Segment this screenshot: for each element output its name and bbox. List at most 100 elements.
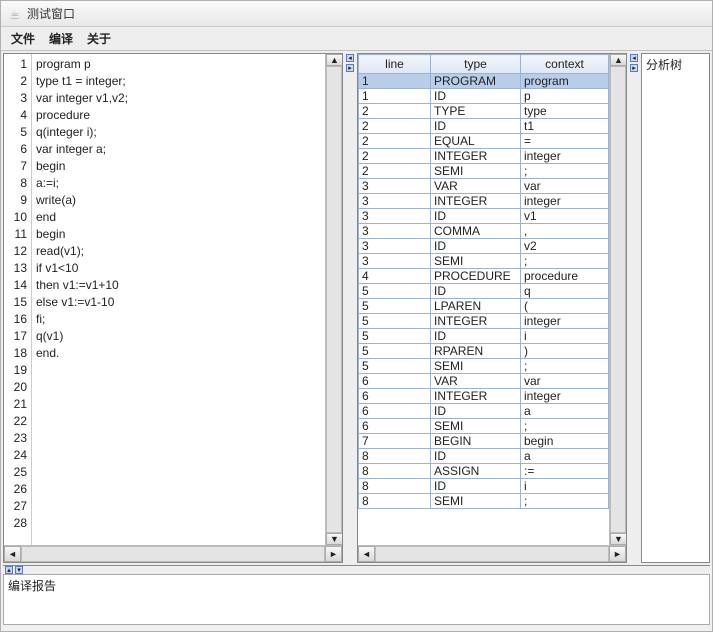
code-line[interactable]: q(v1) bbox=[36, 328, 321, 345]
code-line[interactable] bbox=[36, 413, 321, 430]
collapse-up-icon[interactable]: ▴ bbox=[5, 566, 13, 574]
collapse-left-icon[interactable]: ◂ bbox=[630, 54, 638, 62]
scroll-track[interactable] bbox=[326, 66, 342, 533]
scroll-down-icon[interactable]: ▼ bbox=[610, 533, 626, 545]
table-row[interactable]: 3IDv2 bbox=[359, 239, 609, 254]
table-cell-line: 8 bbox=[359, 464, 431, 479]
code-line[interactable]: var integer a; bbox=[36, 141, 321, 158]
code-line[interactable]: q(integer i); bbox=[36, 124, 321, 141]
table-row[interactable]: 8IDi bbox=[359, 479, 609, 494]
code-text-area[interactable]: program ptype t1 = integer;var integer v… bbox=[32, 54, 325, 545]
splitter-report[interactable]: ▴ ▾ bbox=[3, 566, 710, 574]
table-cell-type: SEMI bbox=[431, 494, 521, 509]
code-line[interactable]: a:=i; bbox=[36, 175, 321, 192]
table-row[interactable]: 3IDv1 bbox=[359, 209, 609, 224]
table-row[interactable]: 3VARvar bbox=[359, 179, 609, 194]
collapse-left-icon[interactable]: ◂ bbox=[346, 54, 354, 62]
code-line[interactable] bbox=[36, 481, 321, 498]
table-horizontal-scrollbar[interactable]: ◄ ► bbox=[358, 545, 626, 562]
scroll-right-icon[interactable]: ► bbox=[325, 546, 342, 562]
scroll-track[interactable] bbox=[375, 546, 609, 562]
col-header-context[interactable]: context bbox=[521, 55, 609, 74]
collapse-right-icon[interactable]: ▸ bbox=[346, 64, 354, 72]
titlebar: 测试窗口 bbox=[1, 1, 712, 27]
code-line[interactable] bbox=[36, 447, 321, 464]
col-header-type[interactable]: type bbox=[431, 55, 521, 74]
table-row[interactable]: 3INTEGERinteger bbox=[359, 194, 609, 209]
scroll-up-icon[interactable]: ▲ bbox=[326, 54, 342, 66]
code-line[interactable]: procedure bbox=[36, 107, 321, 124]
collapse-down-icon[interactable]: ▾ bbox=[15, 566, 23, 574]
scroll-right-icon[interactable]: ► bbox=[609, 546, 626, 562]
scroll-down-icon[interactable]: ▼ bbox=[326, 533, 342, 545]
col-header-line[interactable]: line bbox=[359, 55, 431, 74]
table-row[interactable]: 5IDq bbox=[359, 284, 609, 299]
code-line[interactable] bbox=[36, 362, 321, 379]
table-row[interactable]: 8IDa bbox=[359, 449, 609, 464]
code-line[interactable]: fi; bbox=[36, 311, 321, 328]
table-row[interactable]: 6SEMI; bbox=[359, 419, 609, 434]
compile-report-body[interactable]: 编译报告 bbox=[3, 574, 710, 625]
line-number: 1 bbox=[4, 56, 27, 73]
code-line[interactable]: write(a) bbox=[36, 192, 321, 209]
table-row[interactable]: 2INTEGERinteger bbox=[359, 149, 609, 164]
code-line[interactable] bbox=[36, 464, 321, 481]
code-line[interactable]: var integer v1,v2; bbox=[36, 90, 321, 107]
table-row[interactable]: 5SEMI; bbox=[359, 359, 609, 374]
scroll-left-icon[interactable]: ◄ bbox=[358, 546, 375, 562]
menu-compile[interactable]: 编译 bbox=[49, 30, 73, 47]
table-row[interactable]: 6VARvar bbox=[359, 374, 609, 389]
token-table[interactable]: line type context 1PROGRAMprogram1IDp2TY… bbox=[358, 54, 609, 509]
code-line[interactable]: else v1:=v1-10 bbox=[36, 294, 321, 311]
table-row[interactable]: 3COMMA, bbox=[359, 224, 609, 239]
code-line[interactable]: if v1<10 bbox=[36, 260, 321, 277]
table-row[interactable]: 4PROCEDUREprocedure bbox=[359, 269, 609, 284]
code-line[interactable]: then v1:=v1+10 bbox=[36, 277, 321, 294]
code-line[interactable]: type t1 = integer; bbox=[36, 73, 321, 90]
code-line[interactable]: end bbox=[36, 209, 321, 226]
scroll-track[interactable] bbox=[610, 66, 626, 533]
line-number: 5 bbox=[4, 124, 27, 141]
scroll-up-icon[interactable]: ▲ bbox=[610, 54, 626, 66]
code-line[interactable]: begin bbox=[36, 226, 321, 243]
table-row[interactable]: 5IDi bbox=[359, 329, 609, 344]
code-horizontal-scrollbar[interactable]: ◄ ► bbox=[4, 545, 342, 562]
collapse-right-icon[interactable]: ▸ bbox=[630, 64, 638, 72]
table-row[interactable]: 8SEMI; bbox=[359, 494, 609, 509]
code-line[interactable]: begin bbox=[36, 158, 321, 175]
table-row[interactable]: 5INTEGERinteger bbox=[359, 314, 609, 329]
splitter-code-table[interactable]: ◂ ▸ bbox=[345, 53, 355, 563]
table-row[interactable]: 5RPAREN) bbox=[359, 344, 609, 359]
scroll-left-icon[interactable]: ◄ bbox=[4, 546, 21, 562]
code-line[interactable]: end. bbox=[36, 345, 321, 362]
code-line[interactable] bbox=[36, 515, 321, 532]
code-line[interactable] bbox=[36, 396, 321, 413]
table-vertical-scrollbar[interactable]: ▲ ▼ bbox=[609, 54, 626, 545]
menu-about[interactable]: 关于 bbox=[87, 30, 111, 47]
code-line[interactable] bbox=[36, 430, 321, 447]
table-row[interactable]: 6IDa bbox=[359, 404, 609, 419]
line-number: 24 bbox=[4, 447, 27, 464]
menu-file[interactable]: 文件 bbox=[11, 30, 35, 47]
table-row[interactable]: 1IDp bbox=[359, 89, 609, 104]
table-row[interactable]: 2TYPEtype bbox=[359, 104, 609, 119]
table-cell-line: 2 bbox=[359, 164, 431, 179]
table-cell-line: 8 bbox=[359, 494, 431, 509]
table-row[interactable]: 6INTEGERinteger bbox=[359, 389, 609, 404]
table-row[interactable]: 7BEGINbegin bbox=[359, 434, 609, 449]
table-row[interactable]: 2IDt1 bbox=[359, 119, 609, 134]
table-row[interactable]: 2EQUAL= bbox=[359, 134, 609, 149]
code-line[interactable] bbox=[36, 379, 321, 396]
scroll-track[interactable] bbox=[21, 546, 325, 562]
code-line[interactable]: program p bbox=[36, 56, 321, 73]
table-row[interactable]: 8ASSIGN:= bbox=[359, 464, 609, 479]
table-row[interactable]: 1PROGRAMprogram bbox=[359, 74, 609, 89]
splitter-table-tree[interactable]: ◂ ▸ bbox=[629, 53, 639, 563]
line-number: 14 bbox=[4, 277, 27, 294]
code-line[interactable]: read(v1); bbox=[36, 243, 321, 260]
code-vertical-scrollbar[interactable]: ▲ ▼ bbox=[325, 54, 342, 545]
code-line[interactable] bbox=[36, 498, 321, 515]
table-row[interactable]: 3SEMI; bbox=[359, 254, 609, 269]
table-row[interactable]: 5LPAREN( bbox=[359, 299, 609, 314]
table-row[interactable]: 2SEMI; bbox=[359, 164, 609, 179]
